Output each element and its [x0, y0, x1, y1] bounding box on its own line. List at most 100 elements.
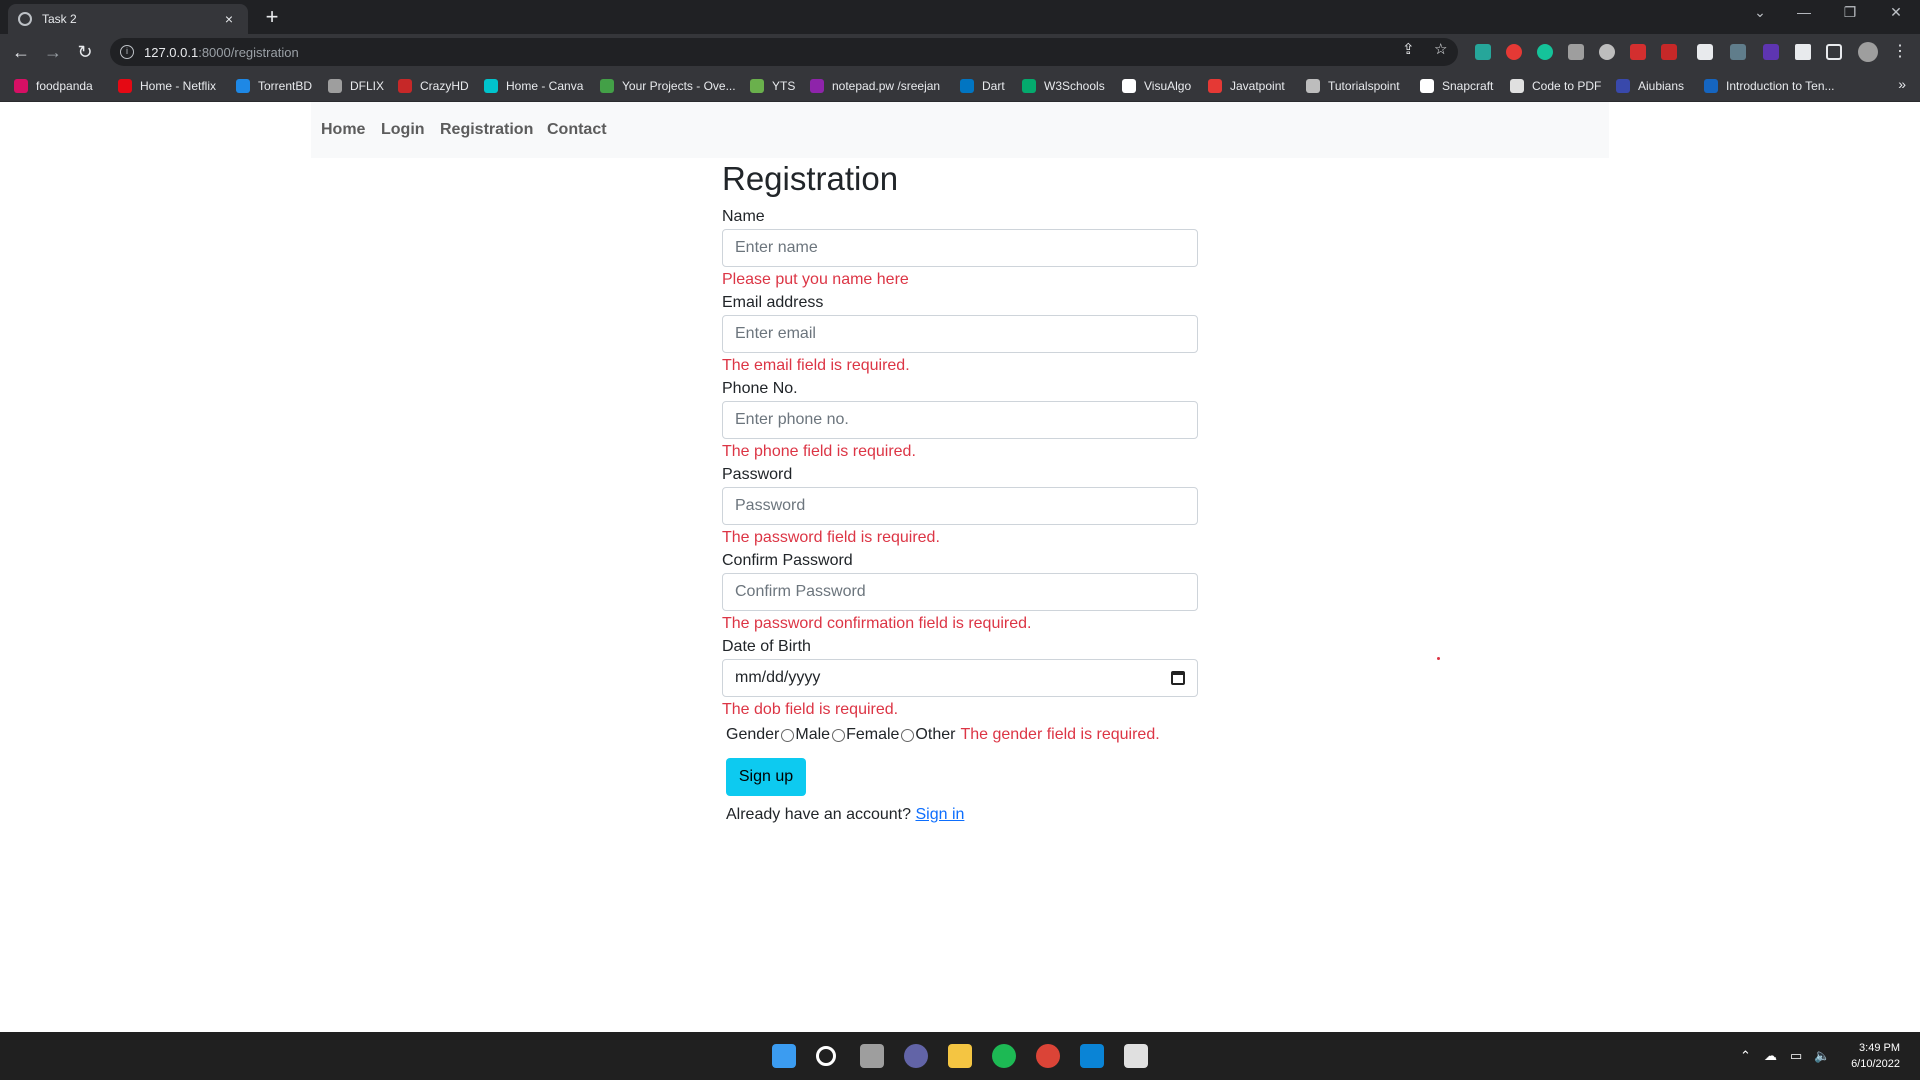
search-icon[interactable]: [816, 1046, 836, 1066]
bookmark-label: Aiubians: [1638, 79, 1685, 93]
browser-tab[interactable]: Task 2 ×: [8, 4, 248, 34]
dob-label: Date of Birth: [722, 638, 811, 655]
bookmark-icon: [1122, 79, 1136, 93]
reload-icon[interactable]: ↻: [72, 40, 98, 64]
menu-icon[interactable]: ⋮: [1892, 44, 1908, 60]
extension-icon[interactable]: [1697, 44, 1713, 60]
puzzle-icon[interactable]: [1795, 44, 1811, 60]
bookmark-item[interactable]: Introduction to Ten...: [1704, 77, 1835, 95]
bookmark-icon: [14, 79, 28, 93]
grammarly-icon[interactable]: [1537, 44, 1553, 60]
extension-icon[interactable]: [1568, 44, 1584, 60]
chat-icon[interactable]: [904, 1044, 928, 1068]
dob-input[interactable]: mm/dd/yyyy: [722, 659, 1198, 697]
signin-prompt-text: Already have an account?: [726, 806, 912, 823]
pdf-icon[interactable]: [1630, 44, 1646, 60]
extension-icon[interactable]: [1661, 44, 1677, 60]
task-view-icon[interactable]: [860, 1044, 884, 1068]
nav-home[interactable]: Home: [321, 121, 365, 139]
email-input[interactable]: [722, 315, 1198, 353]
calendar-icon[interactable]: [1171, 671, 1185, 685]
network-icon[interactable]: ▭: [1790, 1048, 1802, 1064]
extension-icon[interactable]: [1599, 44, 1615, 60]
avatar[interactable]: [1858, 42, 1878, 62]
gender-error: The gender field is required.: [960, 726, 1160, 743]
app-icon[interactable]: [1124, 1044, 1148, 1068]
bookmark-item[interactable]: foodpanda: [14, 77, 93, 95]
name-input[interactable]: [722, 229, 1198, 267]
bookmark-item[interactable]: Tutorialspoint: [1306, 77, 1400, 95]
address-bar[interactable]: i 127.0.0.1:8000/registration: [110, 38, 1458, 66]
bookmark-icon: [1306, 79, 1320, 93]
back-icon[interactable]: ←: [8, 40, 34, 64]
bookmark-icon: [118, 79, 132, 93]
bookmark-label: Your Projects - Ove...: [622, 79, 736, 93]
bookmark-item[interactable]: Dart: [960, 77, 1005, 95]
clock-date: 6/10/2022: [1851, 1058, 1900, 1070]
bookmark-label: foodpanda: [36, 79, 93, 93]
adblock-icon[interactable]: [1506, 44, 1522, 60]
chrome-icon[interactable]: [1036, 1044, 1060, 1068]
gender-label: Gender: [726, 726, 780, 743]
nav-registration[interactable]: Registration: [440, 121, 533, 139]
bookmark-label: Introduction to Ten...: [1726, 79, 1835, 93]
minimize-icon[interactable]: —: [1784, 4, 1824, 20]
confirm-password-input[interactable]: [722, 573, 1198, 611]
extension-icon[interactable]: [1730, 44, 1746, 60]
restore-icon[interactable]: ❐: [1830, 4, 1870, 21]
page-title: Registration: [722, 160, 899, 197]
bookmark-item[interactable]: Javatpoint: [1208, 77, 1285, 95]
bookmark-icon: [1510, 79, 1524, 93]
close-window-icon[interactable]: ✕: [1876, 4, 1916, 21]
cloud-icon[interactable]: ☁: [1764, 1048, 1777, 1064]
url-host: 127.0.0.1: [144, 44, 199, 60]
bookmark-item[interactable]: CrazyHD: [398, 77, 469, 95]
bookmark-item[interactable]: Home - Netflix: [118, 77, 216, 95]
bookmark-icon: [1420, 79, 1434, 93]
extension-icon[interactable]: [1763, 44, 1779, 60]
name-error: Please put you name here: [722, 271, 909, 288]
bookmark-icon: [1704, 79, 1718, 93]
bookmark-item[interactable]: DFLIX: [328, 77, 384, 95]
tab-close-icon[interactable]: ×: [220, 11, 238, 27]
bookmark-item[interactable]: notepad.pw /sreejan: [810, 77, 940, 95]
new-tab-button[interactable]: +: [258, 4, 286, 32]
bookmark-item[interactable]: TorrentBD: [236, 77, 312, 95]
gender-male-radio[interactable]: [781, 728, 795, 742]
bookmark-item[interactable]: W3Schools: [1022, 77, 1105, 95]
bookmark-star-icon[interactable]: ☆: [1434, 40, 1447, 58]
bookmark-label: TorrentBD: [258, 79, 313, 93]
password-input[interactable]: [722, 487, 1198, 525]
extension-icon[interactable]: [1475, 44, 1491, 60]
bookmark-item[interactable]: Code to PDF: [1510, 77, 1601, 95]
gender-female-radio[interactable]: [832, 728, 846, 742]
sign-up-button[interactable]: Sign up: [726, 758, 806, 796]
nav-login[interactable]: Login: [381, 121, 425, 139]
bookmark-item[interactable]: YTS: [750, 77, 795, 95]
start-icon[interactable]: [772, 1044, 796, 1068]
phone-input[interactable]: [722, 401, 1198, 439]
bookmark-item[interactable]: VisuAlgo: [1122, 77, 1191, 95]
side-panel-icon[interactable]: [1826, 44, 1842, 60]
share-icon[interactable]: ⇪: [1402, 40, 1415, 58]
sign-in-link[interactable]: Sign in: [915, 806, 964, 823]
file-explorer-icon[interactable]: [948, 1044, 972, 1068]
more-bookmarks-icon[interactable]: »: [1898, 76, 1906, 92]
bookmark-item[interactable]: Aiubians: [1616, 77, 1684, 95]
vscode-icon[interactable]: [1080, 1044, 1104, 1068]
clock[interactable]: 3:49 PM 6/10/2022: [1851, 1040, 1900, 1072]
chevron-up-icon[interactable]: ⌃: [1740, 1048, 1751, 1064]
gender-female-label: Female: [846, 726, 900, 743]
bookmark-label: CrazyHD: [420, 79, 469, 93]
forward-icon[interactable]: →: [40, 40, 66, 64]
gender-other-radio[interactable]: [901, 728, 915, 742]
bookmark-item[interactable]: Snapcraft: [1420, 77, 1493, 95]
site-info-icon[interactable]: i: [120, 45, 134, 59]
tab-search-icon[interactable]: ⌄: [1740, 4, 1780, 21]
bookmark-item[interactable]: Your Projects - Ove...: [600, 77, 736, 95]
bookmark-icon: [810, 79, 824, 93]
volume-icon[interactable]: 🔈: [1814, 1048, 1830, 1064]
bookmark-item[interactable]: Home - Canva: [484, 77, 583, 95]
spotify-icon[interactable]: [992, 1044, 1016, 1068]
nav-contact[interactable]: Contact: [547, 121, 607, 139]
